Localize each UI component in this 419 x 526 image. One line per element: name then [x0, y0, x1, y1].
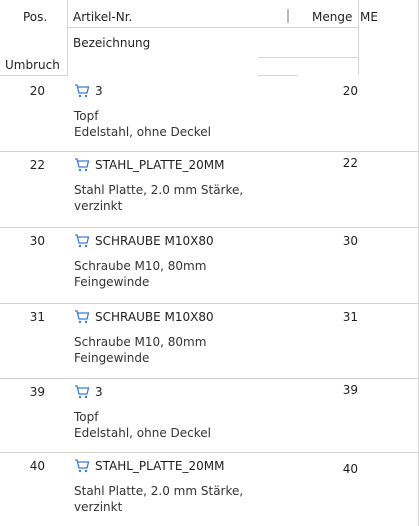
desc-line: Feingewinde	[74, 351, 150, 365]
cell-artikel[interactable]: 3	[74, 84, 103, 98]
cell-menge: 40	[342, 462, 358, 476]
cell-menge: 22	[342, 156, 358, 170]
cell-artikel[interactable]: 3	[74, 385, 103, 399]
desc-line: Schraube M10, 80mm	[74, 259, 207, 273]
cell-pos: 39	[29, 385, 45, 399]
cell-artikel-text: SCHRAUBE M10X80	[95, 234, 214, 248]
cell-artikel[interactable]: STAHL_PLATTE_20MM	[74, 158, 224, 172]
cell-menge: 31	[342, 310, 358, 324]
cell-artikel[interactable]: SCHRAUBE M10X80	[74, 310, 214, 324]
cell-artikel-text: SCHRAUBE M10X80	[95, 310, 214, 324]
cart-icon[interactable]	[74, 84, 90, 98]
cart-icon[interactable]	[74, 385, 90, 399]
table-row[interactable]: 31 SCHRAUBE M10X80 31 Schraube M10, 80mm…	[0, 304, 419, 379]
desc-line: Topf	[74, 109, 99, 123]
desc-line: Feingewinde	[74, 275, 150, 289]
cell-menge: 30	[342, 234, 358, 248]
table-row[interactable]: 39 3 39 Topf Edelstahl, ohne Deckel	[0, 379, 419, 453]
desc-line: verzinkt	[74, 500, 123, 514]
desc-line: Edelstahl, ohne Deckel	[74, 426, 212, 440]
cell-bezeichnung: Stahl Platte, 2.0 mm Stärke, verzinkt	[74, 182, 243, 214]
table-row[interactable]: 30 SCHRAUBE M10X80 30 Schraube M10, 80mm…	[0, 228, 419, 304]
desc-line: Stahl Platte, 2.0 mm Stärke,	[74, 484, 244, 498]
cart-icon[interactable]	[74, 310, 90, 324]
desc-line: verzinkt	[74, 199, 123, 213]
cart-icon[interactable]	[74, 234, 90, 248]
cell-bezeichnung: Topf Edelstahl, ohne Deckel	[74, 108, 211, 140]
cart-icon[interactable]	[74, 158, 90, 172]
cell-bezeichnung: Stahl Platte, 2.0 mm Stärke, verzinkt	[74, 483, 243, 515]
cell-artikel-text: STAHL_PLATTE_20MM	[95, 158, 225, 172]
header-divider	[258, 75, 298, 76]
cell-pos: 30	[29, 234, 45, 248]
cell-bezeichnung: Topf Edelstahl, ohne Deckel	[74, 409, 211, 441]
table-row[interactable]: 20 3 20 Topf Edelstahl, ohne Deckel	[0, 78, 419, 152]
table-row[interactable]: 40 STAHL_PLATTE_20MM 40 Stahl Platte, 2.…	[0, 453, 419, 526]
cell-pos: 40	[29, 459, 45, 473]
desc-line: Schraube M10, 80mm	[74, 335, 207, 349]
cell-artikel-text: 3	[95, 385, 103, 399]
column-header-menge[interactable]: Menge	[312, 10, 352, 24]
cell-menge: 39	[342, 383, 358, 397]
cell-artikel[interactable]: SCHRAUBE M10X80	[74, 234, 214, 248]
desc-line: Stahl Platte, 2.0 mm Stärke,	[74, 183, 244, 197]
table-row[interactable]: 22 STAHL_PLATTE_20MM 22 Stahl Platte, 2.…	[0, 152, 419, 228]
column-header-umbruch[interactable]: Umbruch	[5, 58, 60, 72]
cell-menge: 20	[342, 84, 358, 98]
cell-artikel-text: 3	[95, 84, 103, 98]
cell-pos: 20	[29, 84, 45, 98]
header-divider	[258, 57, 358, 58]
desc-line: Edelstahl, ohne Deckel	[74, 125, 212, 139]
header-divider	[0, 75, 68, 76]
column-header-pos[interactable]: Pos.	[23, 10, 47, 24]
cell-artikel[interactable]: STAHL_PLATTE_20MM	[74, 459, 224, 473]
header-divider	[67, 0, 68, 75]
column-header-artikel[interactable]: Artikel-Nr.	[73, 10, 132, 24]
header-divider	[68, 27, 358, 28]
column-splitter[interactable]	[286, 9, 289, 23]
column-header-me[interactable]: ME	[360, 10, 378, 24]
cart-icon[interactable]	[74, 459, 90, 473]
cell-bezeichnung: Schraube M10, 80mm Feingewinde	[74, 258, 206, 290]
cell-bezeichnung: Schraube M10, 80mm Feingewinde	[74, 334, 206, 366]
cell-artikel-text: STAHL_PLATTE_20MM	[95, 459, 225, 473]
desc-line: Topf	[74, 410, 99, 424]
column-header-bezeichnung[interactable]: Bezeichnung	[73, 36, 150, 50]
header-divider	[358, 0, 359, 75]
cell-pos: 31	[29, 310, 45, 324]
cell-pos: 22	[29, 158, 45, 172]
